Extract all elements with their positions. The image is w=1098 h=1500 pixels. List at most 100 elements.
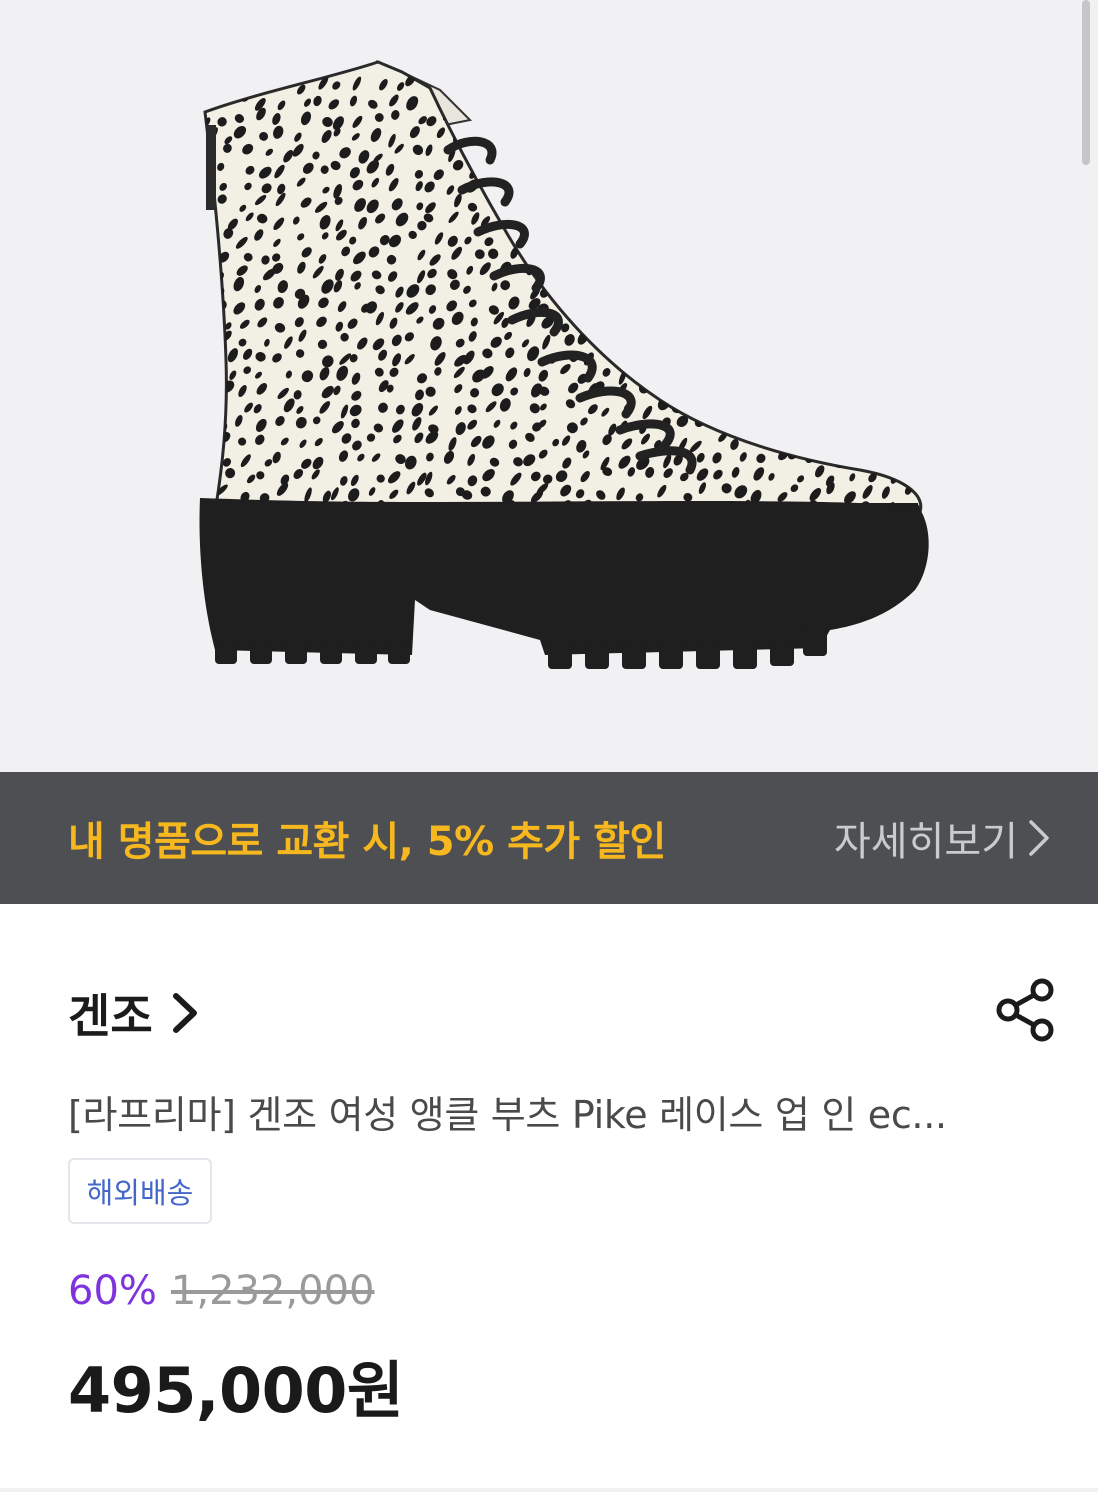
boot-spot [679, 99, 688, 108]
boot-spot [908, 268, 921, 283]
boot-spot [674, 227, 686, 239]
boot-spot [603, 303, 614, 316]
boot-spot [671, 388, 683, 402]
product-image[interactable] [0, 0, 1098, 772]
boot-spot [205, 247, 208, 262]
boot-spot [582, 181, 591, 191]
promo-more-link[interactable]: 자세히보기 [834, 809, 1050, 867]
boot-spot [765, 237, 777, 247]
boot-spot [702, 165, 710, 174]
boot-spot [700, 115, 711, 128]
boot-spot [663, 123, 675, 139]
boot-spot [703, 144, 711, 155]
boot-spot [825, 372, 835, 385]
boot-spot [205, 405, 214, 417]
boot-spot [919, 129, 921, 142]
boot-spot [739, 179, 749, 190]
boot-spot [597, 339, 606, 348]
boot-spot [802, 218, 814, 230]
boot-spot [539, 159, 551, 173]
boot-spot [777, 365, 787, 377]
boot-spot [793, 439, 802, 448]
boot-spot [887, 318, 899, 330]
boot-spot [847, 195, 856, 206]
brand-name: 겐조 [68, 989, 153, 1043]
boot-spot [816, 247, 827, 258]
boot-spot [659, 382, 668, 392]
promo-more-label: 자세히보기 [834, 819, 1018, 865]
boot-spot [731, 234, 738, 243]
boot-spot [546, 265, 557, 278]
boot-spot [907, 281, 915, 290]
boot-spot [754, 247, 765, 257]
brand-link[interactable]: 겐조 [68, 980, 199, 1046]
boot-spot [825, 382, 835, 392]
boot-spot [793, 148, 805, 161]
promo-banner[interactable]: 내 명품으로 교환 시, 5% 추가 할인 자세히보기 [0, 772, 1098, 904]
scrollbar[interactable] [1082, 0, 1090, 165]
boot-spot [796, 182, 808, 196]
boot-spot [637, 128, 650, 142]
boot-spot [205, 211, 210, 222]
boot-spot [853, 388, 862, 398]
boot-spot [835, 165, 847, 180]
boot-spot [794, 405, 804, 415]
boot-spot [530, 166, 538, 179]
boot-spot [643, 282, 653, 294]
boot-spot [587, 321, 595, 330]
boot-spot [539, 179, 549, 188]
boot-spot [772, 300, 783, 312]
boot-spot [788, 136, 797, 146]
boot-spot [569, 78, 581, 91]
boot-spot [470, 75, 482, 87]
boot-spot [538, 142, 549, 154]
boot-spot [828, 348, 839, 360]
boot-spot [923, 414, 933, 428]
boot-spot [827, 148, 837, 163]
boot-spot [792, 79, 803, 90]
boot-spot [766, 379, 776, 394]
boot-spot [765, 158, 777, 174]
boot-spot [747, 388, 756, 401]
boot-spot [587, 95, 599, 108]
boot-spot [788, 301, 799, 312]
boot-spot [919, 179, 921, 189]
boot-spot [544, 250, 554, 259]
boot-spot [845, 114, 854, 123]
boot-spot [831, 296, 844, 311]
boot-spot [620, 247, 633, 261]
share-icon[interactable] [994, 976, 1058, 1044]
boot-spot [716, 405, 726, 417]
boot-spot [662, 166, 671, 176]
boot-spot [771, 399, 783, 413]
boot-spot [868, 314, 878, 327]
boot-spot [829, 212, 837, 222]
boot-spot [717, 217, 730, 231]
boot-spot [697, 255, 706, 265]
boot-spot [208, 281, 216, 292]
boot-spot [905, 365, 916, 379]
boot-spot [872, 146, 881, 160]
boot-spot [755, 167, 764, 177]
boot-spot [670, 297, 680, 311]
boot-spot [835, 338, 844, 347]
boot-spot [879, 217, 890, 229]
boot-spot [526, 98, 536, 108]
boot-spot [901, 245, 913, 257]
boot-spot [720, 297, 729, 306]
boot-spot [675, 287, 683, 296]
boot-spot [919, 165, 921, 175]
boot-spot [805, 350, 814, 359]
boot-spot [471, 109, 479, 119]
boot-spot [642, 337, 650, 347]
boot-spot [630, 111, 644, 123]
boot-spot [547, 96, 558, 109]
boot-spot [635, 261, 647, 274]
boot-spot [907, 351, 920, 364]
boot-spot [220, 74, 232, 87]
boot-spot [910, 97, 921, 110]
boot-spot [665, 150, 673, 162]
boot-spot [720, 118, 728, 130]
boot-spot [786, 337, 799, 350]
boot-spot [886, 184, 896, 196]
